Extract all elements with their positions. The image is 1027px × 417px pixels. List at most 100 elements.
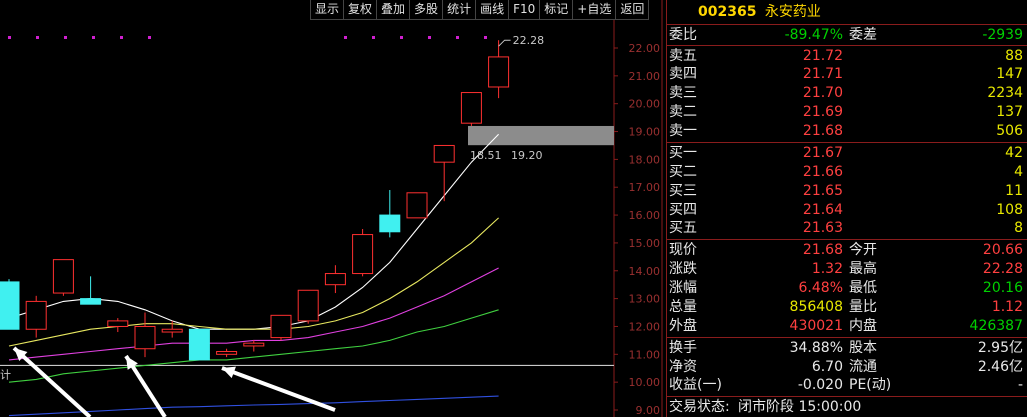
price-gap-zone — [468, 125, 614, 146]
sell-price: 21.68 — [802, 123, 843, 139]
divider — [666, 239, 1027, 240]
sell-row[interactable]: 卖二 21.69 137 — [666, 103, 1027, 121]
y-tick-label: 17.00 — [629, 181, 661, 194]
buy-level-label: 买二 — [669, 164, 697, 180]
stat-value: 1.12 — [991, 299, 1023, 315]
signal-dot — [64, 36, 67, 39]
stat-row: 涨跌 1.32 最高 22.28 — [666, 260, 1027, 278]
toolbar-back-button[interactable]: 返回 — [616, 0, 650, 20]
y-tick-label: 12.00 — [629, 320, 661, 333]
signal-dot — [400, 36, 403, 39]
y-tick-label: 11.00 — [629, 348, 661, 361]
y-tick-label: 16.00 — [629, 209, 661, 222]
candle-body — [488, 56, 510, 88]
sell-volume: 88 — [1005, 48, 1023, 64]
moving-average-line — [8, 217, 499, 347]
candle-body — [406, 192, 428, 219]
stat-value: 856408 — [789, 299, 843, 315]
extra-label: 流通 — [849, 359, 877, 375]
gap-high-label: 19.20 — [511, 149, 543, 162]
toolbar-display-button[interactable]: 显示 — [310, 0, 345, 20]
candle-body — [107, 320, 129, 327]
buy-level-label: 买四 — [669, 202, 697, 218]
signal-dot — [344, 36, 347, 39]
divider — [666, 24, 1027, 25]
gap-low-label: 18.51 — [470, 149, 502, 162]
signal-dot — [372, 36, 375, 39]
order-ratio-row: 委比 -89.47% 委差 -2939 — [666, 26, 1027, 44]
signal-dot — [92, 36, 95, 39]
stat-value: 20.66 — [982, 242, 1023, 258]
candlestick-chart[interactable]: 22.00 21.00 20.00 19.00 18.00 17.00 16.00 15.00… — [0, 0, 664, 417]
candle-body — [161, 328, 183, 333]
y-tick-label: 21.00 — [629, 70, 661, 83]
sell-row[interactable]: 卖五 21.72 88 — [666, 47, 1027, 65]
buy-level-label: 买三 — [669, 183, 697, 199]
sell-row[interactable]: 卖一 21.68 506 — [666, 122, 1027, 140]
extra-value: 2.46亿 — [977, 359, 1023, 375]
divider — [666, 337, 1027, 338]
candle-body — [352, 234, 374, 275]
buy-volume: 108 — [996, 202, 1023, 218]
candle-body — [460, 92, 482, 124]
chart-toolbar: 显示 复权 叠加 多股 统计 画线 F10 标记 +自选 返回 — [310, 0, 650, 20]
candle-body — [134, 325, 156, 350]
toolbar-statistics-button[interactable]: 统计 — [443, 0, 477, 20]
stat-value: 6.48% — [798, 280, 843, 296]
buy-row[interactable]: 买一 21.67 42 — [666, 144, 1027, 162]
buy-row[interactable]: 买四 21.64 108 — [666, 201, 1027, 219]
sell-row[interactable]: 卖四 21.71 147 — [666, 65, 1027, 83]
buy-row[interactable]: 买五 21.63 8 — [666, 219, 1027, 237]
candle-body — [0, 281, 20, 330]
candle-body — [216, 351, 238, 355]
sell-row[interactable]: 卖三 21.70 2234 — [666, 84, 1027, 102]
sell-level-label: 卖三 — [669, 85, 697, 101]
candle-body — [25, 300, 47, 330]
weibi-label: 委比 — [669, 27, 697, 43]
y-tick-label: 19.00 — [629, 126, 661, 139]
stock-name: 永安药业 — [764, 4, 821, 20]
buy-level-label: 买五 — [669, 220, 697, 236]
signal-dot — [484, 36, 487, 39]
extra-row: 净资 6.70 流通 2.46亿 — [666, 358, 1027, 376]
toolbar-draw-line-button[interactable]: 画线 — [476, 0, 510, 20]
toolbar-f10-button[interactable]: F10 — [509, 0, 541, 20]
sell-volume: 147 — [996, 66, 1023, 82]
toolbar-adjust-button[interactable]: 复权 — [344, 0, 378, 20]
extra-label: 净资 — [669, 359, 697, 375]
extra-row: 收益(一) -0.020 PE(动) - — [666, 376, 1027, 394]
stat-row: 外盘 430021 内盘 426387 — [666, 317, 1027, 335]
divider — [666, 45, 1027, 46]
weibi-value: -89.47% — [784, 27, 843, 43]
stat-value: 1.32 — [811, 261, 843, 277]
sell-level-label: 卖一 — [669, 123, 697, 139]
buy-row[interactable]: 买三 21.65 11 — [666, 182, 1027, 200]
candle-body — [188, 328, 210, 361]
candle-body — [52, 259, 74, 294]
sell-price: 21.72 — [802, 48, 843, 64]
toolbar-overlay-button[interactable]: 叠加 — [377, 0, 411, 20]
toolbar-multi-stock-button[interactable]: 多股 — [410, 0, 444, 20]
stock-title: 002365 永安药业 — [698, 2, 821, 22]
y-tick-label: 15.00 — [629, 237, 661, 250]
signal-dot — [8, 36, 11, 39]
sell-volume: 2234 — [987, 85, 1023, 101]
toolbar-add-favorite-button[interactable]: +自选 — [573, 0, 617, 20]
extra-value: -0.020 — [797, 377, 843, 393]
stat-value: 21.68 — [802, 242, 843, 258]
signal-dot — [428, 36, 431, 39]
buy-row[interactable]: 买二 21.66 4 — [666, 163, 1027, 181]
buy-level-label: 买一 — [669, 145, 697, 161]
y-tick-label: 13.00 — [629, 293, 661, 306]
buy-volume: 8 — [1014, 220, 1023, 236]
toolbar-mark-button[interactable]: 标记 — [540, 0, 574, 20]
reference-line-label: 计 — [0, 368, 11, 381]
stat-label: 总量 — [669, 299, 697, 315]
y-tick-label: 14.00 — [629, 265, 661, 278]
sell-volume: 506 — [996, 123, 1023, 139]
sell-price: 21.70 — [802, 85, 843, 101]
sell-price: 21.69 — [802, 104, 843, 120]
sell-price: 21.71 — [802, 66, 843, 82]
stock-code: 002365 — [698, 4, 757, 20]
candle-body — [270, 314, 292, 339]
